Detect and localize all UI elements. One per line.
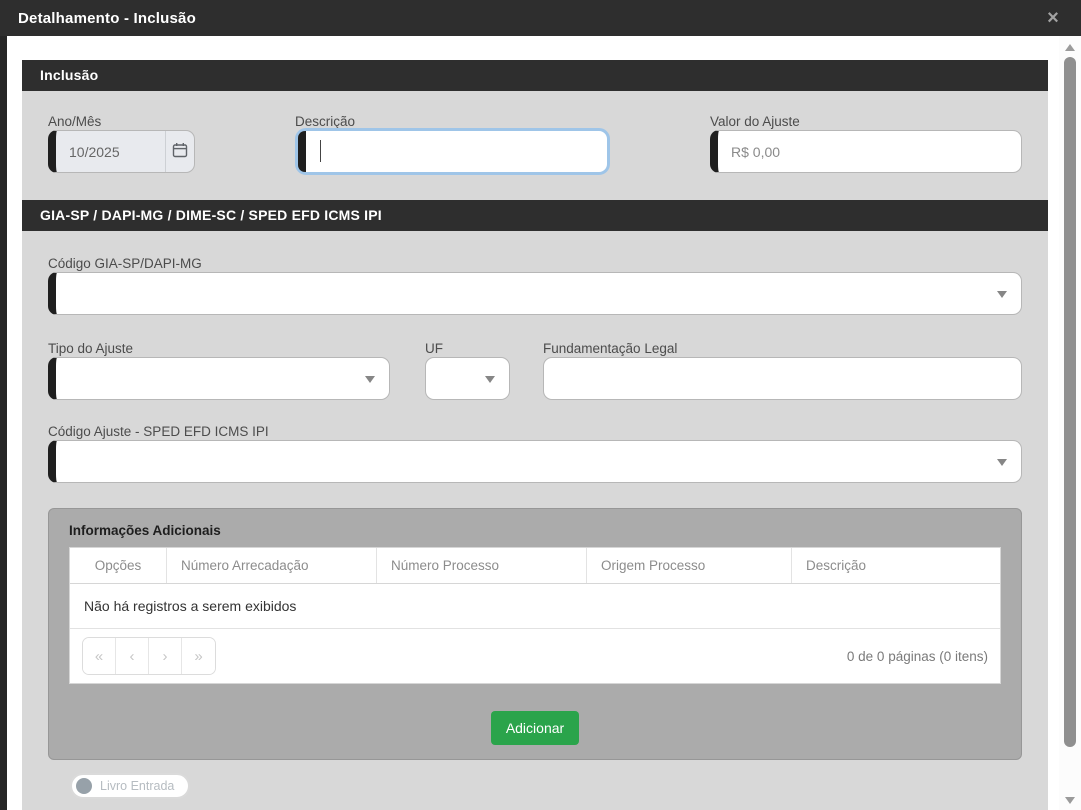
field-row-2: Tipo do Ajuste UF Fundamentação Legal	[22, 341, 1048, 400]
add-button-row: Adicionar	[69, 711, 1001, 745]
grid-empty-message: Não há registros a serem exibidos	[70, 584, 1000, 629]
adicionar-button[interactable]: Adicionar	[490, 711, 580, 745]
codigo-gia-select[interactable]	[48, 272, 1022, 315]
informacoes-adicionais-panel: Informações Adicionais Opções Número Arr…	[48, 508, 1022, 760]
field-group-tipo-ajuste: Tipo do Ajuste	[48, 341, 390, 400]
codigo-sped-select[interactable]	[48, 440, 1022, 483]
descricao-input[interactable]	[306, 131, 607, 172]
column-header-numero-arrecadacao: Número Arrecadação	[167, 548, 377, 583]
valor-ajuste-field	[710, 130, 1022, 173]
field-group-ano-mes: Ano/Mês	[48, 114, 195, 173]
fundamentacao-field	[543, 357, 1022, 400]
descricao-field-inner	[298, 131, 607, 172]
chevron-down-icon	[997, 458, 1007, 466]
fundamentacao-label: Fundamentação Legal	[543, 341, 678, 356]
ano-mes-field[interactable]	[48, 130, 195, 173]
livro-entrada-label: Livro Entrada	[100, 779, 175, 793]
field-group-codigo-gia: Código GIA-SP/DAPI-MG	[48, 256, 1022, 315]
chevron-down-icon	[365, 375, 375, 383]
codigo-gia-label: Código GIA-SP/DAPI-MG	[48, 256, 202, 271]
section-title: Inclusão	[40, 67, 99, 83]
section-header-gia: GIA-SP / DAPI-MG / DIME-SC / SPED EFD IC…	[22, 200, 1048, 231]
vertical-scrollbar	[1059, 36, 1081, 810]
section-header-inclusao: Inclusão	[22, 60, 1048, 91]
scroll-down-icon[interactable]	[1065, 797, 1075, 804]
fundamentacao-input[interactable]	[544, 358, 1021, 399]
first-page-icon: «	[94, 647, 104, 665]
tipo-ajuste-label: Tipo do Ajuste	[48, 341, 134, 356]
first-page-button[interactable]: «	[83, 638, 116, 674]
toggle-knob-icon	[76, 778, 92, 794]
last-page-icon: »	[194, 647, 203, 665]
additional-info-grid: Opções Número Arrecadação Número Process…	[69, 547, 1001, 684]
prev-page-button[interactable]: ‹	[116, 638, 149, 674]
modal-content: Inclusão Ano/Mês 10/2025 Descrição Valor…	[22, 60, 1048, 810]
column-header-opcoes: Opções	[70, 548, 167, 583]
panel-title: Informações Adicionais	[69, 523, 221, 538]
field-row-1: Ano/Mês 10/2025 Descrição Valor do Ajust…	[22, 114, 1048, 175]
pager-summary: 0 de 0 páginas (0 itens)	[846, 648, 988, 664]
uf-select[interactable]	[425, 357, 510, 400]
prev-page-icon: ‹	[129, 647, 135, 665]
next-page-icon: ›	[162, 647, 168, 665]
chevron-down-icon	[485, 375, 495, 383]
grid-pagination-bar: « ‹ › » 0 de 0 páginas (0 itens)	[70, 629, 1000, 684]
ano-mes-label: Ano/Mês	[48, 114, 102, 129]
scroll-up-icon[interactable]	[1065, 44, 1075, 51]
datepicker-button[interactable]	[164, 131, 194, 172]
ano-mes-input[interactable]	[56, 131, 165, 172]
field-group-descricao: Descrição	[295, 114, 610, 175]
grid-header-row: Opções Número Arrecadação Número Process…	[70, 548, 1000, 584]
valor-ajuste-label: Valor do Ajuste	[710, 114, 800, 129]
field-group-valor-ajuste: Valor do Ajuste	[710, 114, 1022, 173]
calendar-icon	[172, 142, 188, 161]
next-page-button[interactable]: ›	[149, 638, 182, 674]
last-page-button[interactable]: »	[182, 638, 215, 674]
modal-body: Inclusão Ano/Mês 10/2025 Descrição Valor…	[7, 36, 1081, 810]
column-header-descricao: Descrição	[806, 558, 867, 573]
descricao-field	[295, 128, 610, 175]
livro-entrada-toggle[interactable]: Livro Entrada	[70, 773, 191, 799]
close-button[interactable]: ×	[1039, 4, 1067, 32]
valor-ajuste-input[interactable]	[718, 131, 1021, 172]
uf-label: UF	[425, 341, 443, 356]
codigo-sped-label: Código Ajuste - SPED EFD ICMS IPI	[48, 424, 269, 439]
chevron-down-icon	[997, 290, 1007, 298]
column-header-origem-processo: Origem Processo	[587, 548, 792, 583]
field-group-fundamentacao: Fundamentação Legal	[543, 341, 1022, 400]
pager-button-group: « ‹ › »	[82, 637, 216, 675]
modal-title: Detalhamento - Inclusão	[18, 9, 196, 27]
field-group-uf: UF	[425, 341, 510, 400]
field-group-codigo-sped: Código Ajuste - SPED EFD ICMS IPI	[48, 424, 1022, 483]
modal-header: Detalhamento - Inclusão ×	[0, 0, 1081, 36]
tipo-ajuste-select[interactable]	[48, 357, 390, 400]
close-icon: ×	[1047, 7, 1059, 29]
section-title: GIA-SP / DAPI-MG / DIME-SC / SPED EFD IC…	[40, 207, 382, 223]
scrollbar-thumb[interactable]	[1064, 57, 1076, 747]
column-header-numero-processo: Número Processo	[377, 548, 587, 583]
